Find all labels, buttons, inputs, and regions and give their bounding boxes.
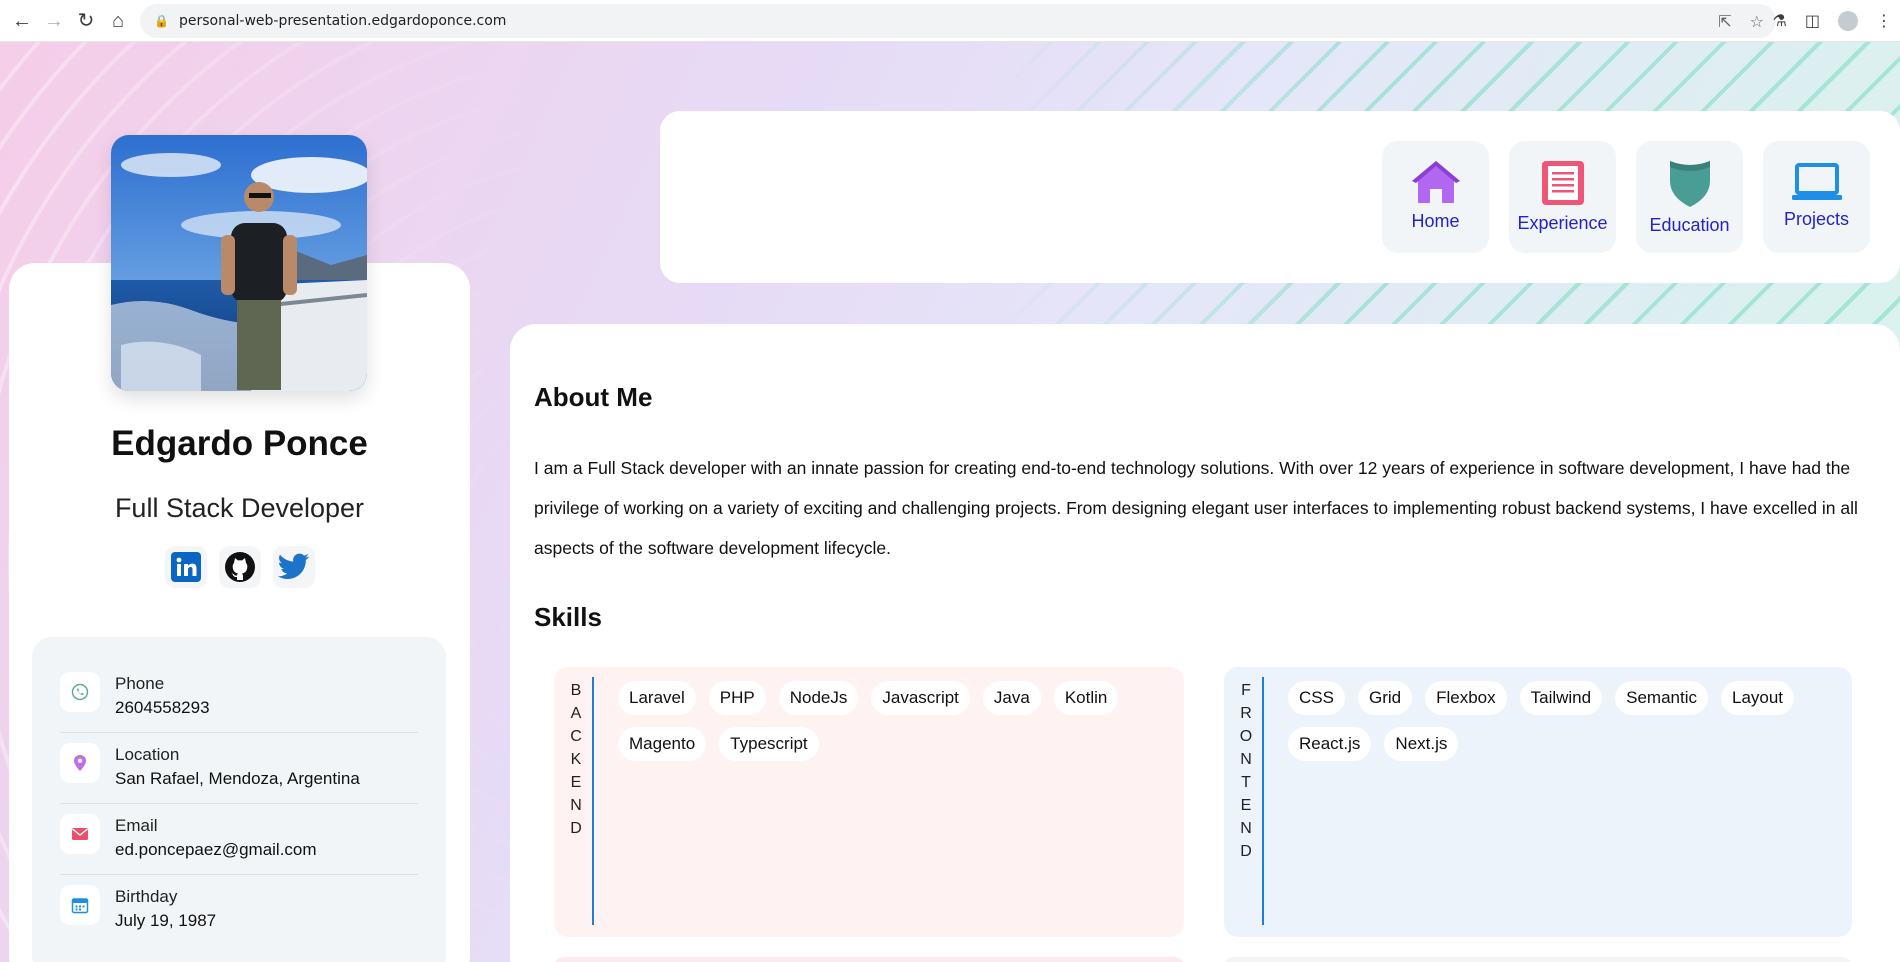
nav-label: Projects	[1783, 209, 1850, 229]
contact-label: Email	[115, 816, 158, 835]
about-text: I am a Full Stack developer with an inna…	[534, 458, 1858, 558]
nav-label: Education	[1649, 215, 1730, 235]
vertical-letter: E	[570, 774, 582, 791]
skill-chip: NodeJs	[778, 681, 859, 715]
contact-value: 2604558293	[115, 698, 210, 717]
share-icon[interactable]: ⇱	[1718, 12, 1731, 31]
house-icon	[1411, 161, 1460, 203]
shield-icon	[1669, 161, 1710, 207]
vertical-letter: R	[1240, 705, 1252, 722]
bookmark-star-icon[interactable]: ☆	[1750, 12, 1764, 31]
contact-row-phone: Phone 2604558293	[60, 662, 418, 733]
contact-value: San Rafael, Mendoza, Argentina	[115, 769, 360, 788]
frontend-vertical-label: FRONTEND	[1236, 679, 1256, 863]
profile-avatar-icon[interactable]	[1838, 11, 1858, 31]
about-heading: About Me	[534, 382, 653, 412]
contact-label: Phone	[115, 674, 165, 693]
vertical-letter: N	[570, 797, 582, 814]
home-icon[interactable]: ⌂	[102, 5, 134, 37]
contact-info: Phone 2604558293 Location San Rafael, Me…	[32, 637, 446, 962]
contact-row-birthday: Birthday July 19, 1987	[60, 875, 418, 946]
nav-label: Experience	[1517, 213, 1608, 233]
vertical-letter: N	[1240, 820, 1252, 837]
location-pin-icon	[60, 743, 100, 783]
profile-role: Full Stack Developer	[114, 493, 365, 523]
vertical-letter: A	[570, 705, 582, 722]
menu-kebab-icon[interactable]: ⋮	[1876, 11, 1892, 31]
skill-chip: Typescript	[719, 727, 819, 761]
skills-heading: Skills	[534, 602, 602, 632]
url-text: personal-web-presentation.edgardoponce.c…	[178, 13, 507, 29]
skill-chip: CSS	[1288, 681, 1345, 715]
divider-line	[1262, 677, 1264, 925]
top-navigation: Home Experience Education Projects	[660, 111, 1900, 283]
contact-row-email: Email ed.poncepaez@gmail.com	[60, 804, 418, 875]
document-icon	[1541, 161, 1584, 205]
vertical-letter: N	[1240, 751, 1252, 768]
nav-experience[interactable]: Experience	[1509, 141, 1616, 253]
skills-frontend-panel: FRONTEND CSS Grid Flexbox Tailwind Semantic L…	[1224, 667, 1852, 937]
vertical-letter: T	[1241, 774, 1251, 791]
skill-chip: Kotlin	[1053, 681, 1119, 715]
profile-name: Edgardo Ponce	[111, 424, 368, 463]
forward-arrow-icon[interactable]: →	[38, 5, 70, 37]
social-links	[165, 546, 315, 588]
vertical-letter: K	[570, 751, 582, 768]
vertical-letter: D	[1240, 843, 1252, 860]
vertical-letter: D	[570, 820, 582, 837]
skill-chip: Tailwind	[1519, 681, 1603, 715]
phone-icon	[60, 672, 100, 712]
skill-chip: Semantic	[1615, 681, 1708, 715]
nav-home[interactable]: Home	[1382, 141, 1489, 253]
frontend-skill-list: CSS Grid Flexbox Tailwind Semantic Layout Reac…	[1288, 681, 1832, 761]
skills-backend-panel: BACKEND Laravel PHP NodeJs Javascript Java Ko…	[554, 667, 1184, 937]
calendar-icon	[60, 885, 100, 925]
envelope-icon	[60, 814, 100, 854]
contact-row-location: Location San Rafael, Mendoza, Argentina	[60, 733, 418, 804]
vertical-letter: C	[570, 728, 582, 745]
address-bar[interactable]: 🔒 personal-web-presentation.edgardoponce…	[140, 4, 1776, 38]
contact-label: Birthday	[115, 887, 178, 906]
skill-chip: Flexbox	[1425, 681, 1507, 715]
reload-icon[interactable]: ↻	[70, 5, 102, 37]
laptop-icon	[1791, 163, 1842, 200]
github-icon[interactable]	[219, 546, 261, 588]
next-panel-peek	[1224, 957, 1852, 962]
vertical-letter: B	[570, 682, 582, 699]
vertical-letter: F	[1241, 682, 1251, 699]
backend-skill-list: Laravel PHP NodeJs Javascript Java Kotlin Mage…	[618, 681, 1164, 761]
contact-value: July 19, 1987	[115, 911, 217, 930]
contact-value: ed.poncepaez@gmail.com	[115, 840, 317, 859]
profile-photo	[111, 135, 367, 391]
skill-chip: Grid	[1357, 681, 1413, 715]
skill-chip: Javascript	[871, 681, 970, 715]
nav-education[interactable]: Education	[1636, 141, 1743, 253]
skill-chip: Next.js	[1384, 727, 1459, 761]
linkedin-icon[interactable]	[165, 546, 207, 588]
nav-projects[interactable]: Projects	[1763, 141, 1870, 253]
vertical-letter: E	[1240, 797, 1252, 814]
extension-icon[interactable]: ⚗	[1773, 11, 1787, 31]
skill-chip: Layout	[1720, 681, 1795, 715]
skill-chip: PHP	[708, 681, 766, 715]
back-arrow-icon[interactable]: ←	[6, 5, 38, 37]
skill-chip: Laravel	[618, 681, 696, 715]
vertical-letter: O	[1239, 728, 1253, 745]
nav-label: Home	[1411, 211, 1460, 231]
browser-toolbar: ← → ↻ ⌂ 🔒 personal-web-presentation.edga…	[0, 0, 1900, 42]
divider-line	[592, 677, 594, 925]
next-panel-peek	[554, 957, 1184, 962]
skill-chip: Java	[982, 681, 1041, 715]
skill-chip: React.js	[1288, 727, 1372, 761]
twitter-icon[interactable]	[273, 546, 315, 588]
lock-icon: 🔒	[154, 14, 169, 28]
contact-label: Location	[115, 745, 180, 764]
skill-chip: Magento	[618, 727, 707, 761]
backend-vertical-label: BACKEND	[566, 679, 586, 840]
side-panel-icon[interactable]: ◫	[1805, 11, 1820, 31]
